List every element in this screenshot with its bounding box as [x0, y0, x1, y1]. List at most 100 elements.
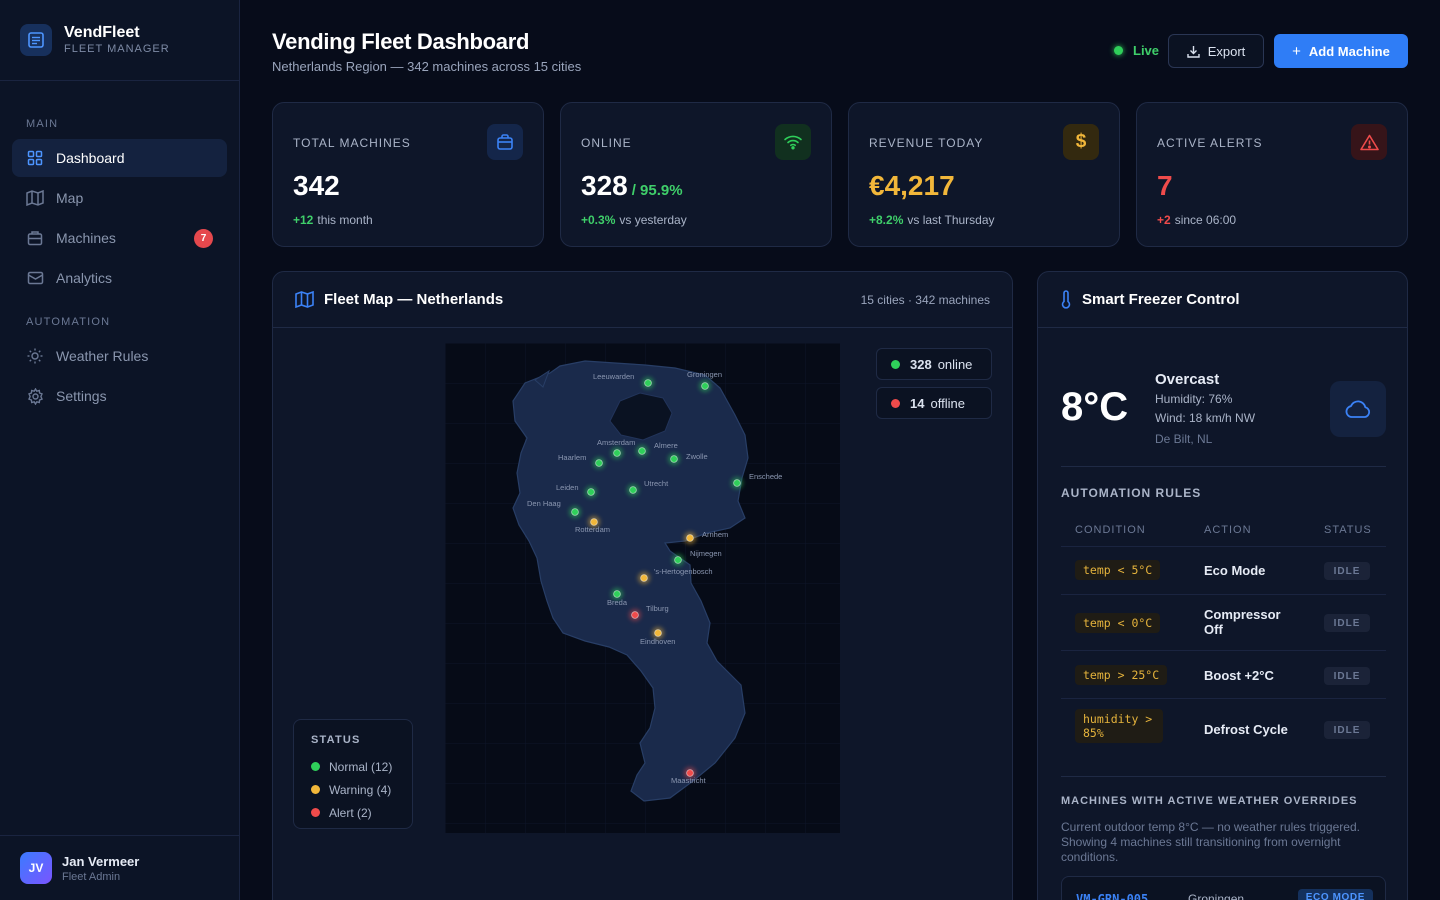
sidebar-item-analytics[interactable]: Analytics [12, 259, 227, 297]
netherlands-map[interactable]: Leeuwarden Groningen Amsterdam Almere Haarle… [445, 343, 840, 833]
map-marker-utrecht[interactable] [629, 486, 637, 494]
rule-condition: humidity > 85% [1075, 709, 1163, 743]
table-row[interactable]: temp < 5°C Eco Mode IDLE [1061, 546, 1386, 594]
map-marker-eindhoven[interactable] [654, 629, 662, 637]
legend-label: Warning (4) [329, 782, 392, 797]
status-badge: IDLE [1324, 667, 1370, 685]
weather-overrides-title: MACHINES WITH ACTIVE WEATHER OVERRIDES [1061, 795, 1358, 807]
map-city-label: Leiden [556, 483, 579, 492]
stat-number: €4,217 [869, 170, 955, 201]
brand[interactable]: VendFleet FLEET MANAGER [0, 0, 239, 81]
map-marker-almere[interactable] [638, 447, 646, 455]
sidebar-item-dashboard[interactable]: Dashboard [12, 139, 227, 177]
brand-subtitle: FLEET MANAGER [64, 43, 170, 55]
sidebar-item-label: Weather Rules [56, 348, 149, 364]
smart-freezer-panel: Smart Freezer Control 8°C Overcast Humid… [1037, 271, 1408, 900]
avatar: JV [20, 852, 52, 884]
map-marker-s-hertogenbosch[interactable] [640, 574, 648, 582]
map-city-label: Haarlem [558, 453, 586, 462]
fleet-map-header: Fleet Map — Netherlands 15 cities · 342 … [273, 272, 1012, 328]
online-count-pill: 328 online [876, 348, 992, 380]
map-marker-groningen[interactable] [701, 382, 709, 390]
map-marker-haarlem[interactable] [595, 459, 603, 467]
cloud-icon [1330, 381, 1386, 437]
online-dot-icon [891, 359, 900, 369]
map-city-label: Arnhem [702, 530, 728, 539]
stat-card-alerts: ACTIVE ALERTS 7 +2 since 06:00 [1136, 102, 1408, 247]
analytics-icon [26, 269, 44, 287]
nav-section-main: MAIN [26, 118, 59, 130]
sidebar-item-weather-rules[interactable]: Weather Rules [12, 337, 227, 375]
map-city-label: Utrecht [644, 479, 669, 488]
wifi-icon [775, 124, 811, 160]
offline-count-pill: 14 offline [876, 387, 992, 419]
stat-delta: +0.3% [581, 213, 616, 227]
humidity-reading: Humidity: 76% [1155, 392, 1233, 406]
stat-label: ACTIVE ALERTS [1157, 136, 1263, 150]
machine-id-link[interactable]: VM-GRN-005 [1076, 892, 1148, 900]
warning-dot-icon [311, 785, 320, 794]
status-legend: STATUS Normal (12) Warning (4) Alert (2) [293, 719, 413, 829]
grid-icon [26, 149, 44, 167]
weather-condition: Overcast [1155, 371, 1220, 388]
plus-icon: + [1292, 42, 1301, 60]
outdoor-temperature: 8°C [1061, 385, 1129, 429]
offline-dot-icon [891, 398, 900, 408]
page-subtitle: Netherlands Region — 342 machines across… [272, 59, 582, 74]
table-row[interactable]: temp > 25°C Boost +2°C IDLE [1061, 650, 1386, 698]
legend-item-normal: Normal (12) [311, 755, 412, 778]
live-dot-icon [1114, 46, 1123, 55]
stat-value: 328/ 95.9% [581, 170, 683, 202]
sidebar-item-label: Map [56, 190, 84, 206]
machines-alert-badge: 7 [194, 229, 213, 248]
export-label: Export [1207, 43, 1246, 59]
sidebar-item-map[interactable]: Map [12, 179, 227, 217]
alert-dot-icon [311, 808, 320, 817]
freezer-header: Smart Freezer Control [1038, 272, 1407, 328]
map-marker-enschede[interactable] [733, 479, 741, 487]
map-marker-amsterdam[interactable] [613, 449, 621, 457]
export-button[interactable]: Export [1168, 34, 1264, 68]
status-badge: IDLE [1324, 562, 1370, 580]
stat-foot-text: vs last Thursday [907, 213, 995, 227]
add-machine-button[interactable]: + Add Machine [1274, 34, 1408, 68]
stat-extra: / 95.9% [631, 182, 683, 199]
weather-location: De Bilt, NL [1155, 432, 1213, 446]
map-marker-breda[interactable] [613, 590, 621, 598]
stat-value: 342 [293, 170, 344, 202]
offline-label: offline [930, 395, 965, 411]
divider [1061, 466, 1386, 467]
sidebar-item-machines[interactable]: Machines 7 [12, 219, 227, 257]
rule-condition: temp < 0°C [1075, 613, 1161, 633]
table-row[interactable]: humidity > 85% Defrost Cycle IDLE [1061, 698, 1386, 758]
wind-reading: Wind: 18 km/h NW [1155, 411, 1256, 425]
map-icon [295, 291, 314, 308]
rule-action: Defrost Cycle [1204, 722, 1288, 737]
sidebar: VendFleet FLEET MANAGER MAIN Dashboard M… [0, 0, 240, 900]
map-city-label: Tilburg [646, 604, 669, 613]
map-marker-den-haag[interactable] [571, 508, 579, 516]
stat-card-total-machines: TOTAL MACHINES 342 +12 this month [272, 102, 544, 247]
table-row[interactable]: temp < 0°C Compressor Off IDLE [1061, 594, 1386, 650]
machine-icon [26, 229, 44, 247]
map-icon [26, 189, 44, 207]
rules-table-header: CONDITION ACTION STATUS [1061, 519, 1386, 547]
map-marker-zwolle[interactable] [670, 455, 678, 463]
map-marker-nijmegen[interactable] [674, 556, 682, 564]
user-profile[interactable]: JV Jan Vermeer Fleet Admin [0, 835, 239, 900]
map-marker-leiden[interactable] [587, 488, 595, 496]
sidebar-item-settings[interactable]: Settings [12, 377, 227, 415]
stat-label: ONLINE [581, 136, 632, 150]
nav-section-automation: AUTOMATION [26, 316, 111, 328]
rule-condition: temp > 25°C [1075, 665, 1168, 685]
override-machine-card[interactable]: VM-GRN-005 Groningen ECO MODE [1061, 876, 1386, 900]
map-marker-tilburg[interactable] [631, 611, 639, 619]
legend-item-warning: Warning (4) [311, 778, 412, 801]
map-marker-arnhem[interactable] [686, 534, 694, 542]
stat-foot-text: since 06:00 [1174, 213, 1237, 227]
map-marker-leeuwarden[interactable] [644, 379, 652, 387]
divider [1061, 776, 1386, 777]
add-machine-label: Add Machine [1308, 43, 1390, 59]
sun-icon [26, 347, 44, 365]
map-city-label: Breda [607, 598, 628, 607]
